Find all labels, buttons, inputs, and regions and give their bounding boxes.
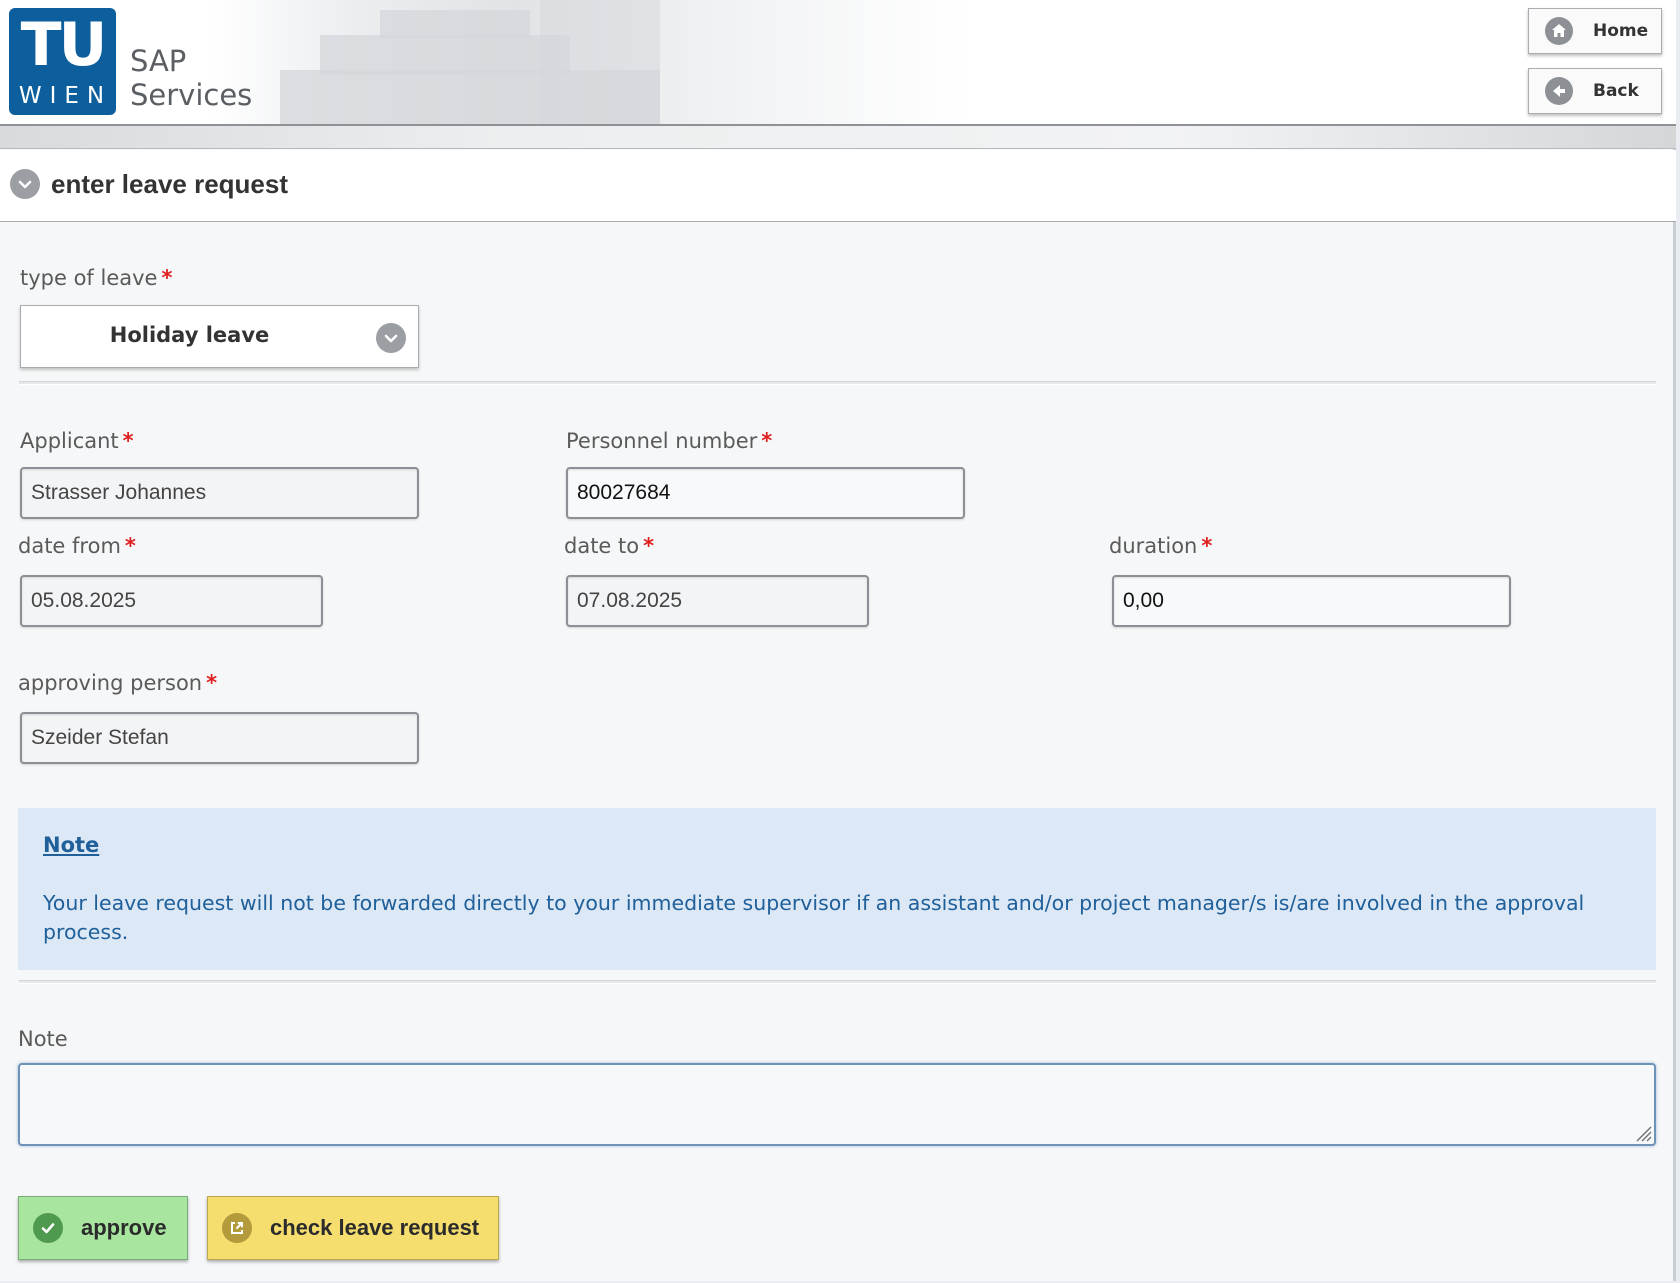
page: TU WIEN SAP Services Home Back enter lea… bbox=[0, 0, 1676, 1281]
duration-label: duration * bbox=[1109, 534, 1212, 558]
logo-tu-text: TU bbox=[20, 10, 108, 80]
type-of-leave-select[interactable]: Holiday leave bbox=[20, 305, 419, 368]
checkmark-icon bbox=[33, 1213, 63, 1243]
type-of-leave-label-text: type of leave bbox=[20, 266, 158, 290]
external-link-icon bbox=[222, 1213, 252, 1243]
required-marker: * bbox=[124, 534, 136, 558]
approving-person-label-text: approving person bbox=[18, 671, 203, 695]
personnel-number-field[interactable] bbox=[566, 467, 965, 519]
required-marker: * bbox=[1201, 534, 1213, 558]
section-header[interactable]: enter leave request bbox=[0, 150, 1676, 222]
required-marker: * bbox=[643, 534, 655, 558]
info-note-text: Your leave request will not be forwarded… bbox=[43, 891, 1585, 944]
type-of-leave-label: type of leave * bbox=[20, 266, 172, 290]
approving-person-field[interactable] bbox=[20, 712, 419, 764]
app-title-line2: Services bbox=[130, 78, 253, 112]
required-marker: * bbox=[122, 429, 134, 453]
duration-field[interactable] bbox=[1112, 575, 1511, 627]
applicant-label: Applicant * bbox=[20, 429, 134, 453]
duration-label-text: duration bbox=[1109, 534, 1198, 558]
note-textarea[interactable] bbox=[18, 1063, 1656, 1146]
date-to-field[interactable] bbox=[566, 575, 869, 627]
back-button[interactable]: Back bbox=[1528, 68, 1662, 114]
header-strip bbox=[0, 126, 1676, 149]
app-title-line1: SAP bbox=[130, 44, 187, 78]
info-note-title[interactable]: Note bbox=[43, 833, 99, 857]
resize-grip-icon[interactable] bbox=[1632, 1122, 1652, 1142]
note-label: Note bbox=[18, 1027, 68, 1051]
type-of-leave-value: Holiday leave bbox=[109, 323, 270, 347]
check-leave-request-button-label: check leave request bbox=[270, 1215, 480, 1240]
info-note-box: Note Your leave request will not be forw… bbox=[18, 808, 1656, 970]
date-from-label-text: date from bbox=[18, 534, 121, 558]
chevron-down-icon[interactable] bbox=[10, 169, 40, 199]
applicant-field[interactable] bbox=[20, 467, 419, 519]
date-to-label-text: date to bbox=[564, 534, 640, 558]
date-from-label: date from * bbox=[18, 534, 136, 558]
approving-person-label: approving person * bbox=[18, 671, 217, 695]
arrow-left-icon bbox=[1545, 77, 1573, 105]
required-marker: * bbox=[761, 429, 773, 453]
personnel-number-label: Personnel number * bbox=[566, 429, 772, 453]
personnel-number-label-text: Personnel number bbox=[566, 429, 758, 453]
date-to-label: date to * bbox=[564, 534, 654, 558]
home-icon bbox=[1545, 17, 1573, 45]
home-button-label: Home bbox=[1593, 21, 1649, 41]
check-leave-request-button[interactable]: check leave request bbox=[207, 1196, 499, 1260]
section-divider bbox=[19, 381, 1656, 385]
logo-wien-text: WIEN bbox=[18, 83, 113, 109]
section-divider bbox=[19, 980, 1656, 984]
approve-button[interactable]: approve bbox=[18, 1196, 188, 1260]
back-button-label: Back bbox=[1593, 81, 1639, 101]
header: TU WIEN SAP Services Home Back bbox=[0, 0, 1676, 125]
chevron-down-icon bbox=[376, 323, 406, 353]
required-marker: * bbox=[161, 266, 173, 290]
header-background-image bbox=[210, 0, 970, 125]
home-button[interactable]: Home bbox=[1528, 8, 1662, 54]
approve-button-label: approve bbox=[81, 1215, 167, 1240]
app-title: SAP Services bbox=[130, 44, 252, 112]
required-marker: * bbox=[206, 671, 218, 695]
applicant-label-text: Applicant bbox=[20, 429, 119, 453]
date-from-field[interactable] bbox=[20, 575, 323, 627]
tu-wien-logo: TU WIEN bbox=[9, 8, 116, 115]
section-title: enter leave request bbox=[51, 169, 289, 199]
